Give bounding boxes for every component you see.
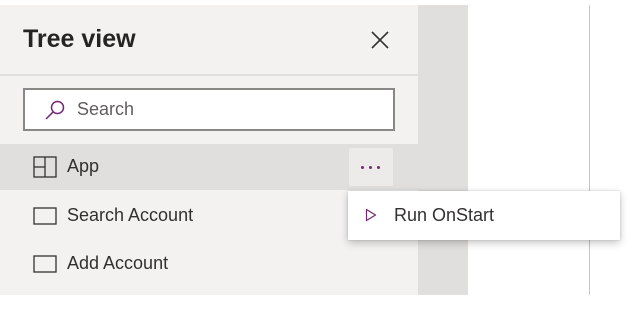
menu-item-run-onstart[interactable]: Run OnStart [348,191,620,240]
canvas-edge [589,5,590,295]
tree-item-app[interactable]: App [0,144,418,190]
tree-view-panel: Tree view App [0,5,418,295]
tree-view-header: Tree view [0,5,418,76]
tree-view-title: Tree view [23,25,136,53]
close-button[interactable] [366,26,394,54]
search-box[interactable] [23,88,395,131]
tree-item-label: App [67,156,100,176]
header-divider [0,74,418,76]
screen-canvas[interactable] [468,5,590,295]
search-input[interactable] [77,90,377,129]
search-icon [45,100,65,120]
screen-icon [33,207,57,225]
more-options-button[interactable] [349,148,393,186]
play-icon [365,208,377,222]
screen-icon [33,255,57,273]
context-menu: Run OnStart [348,191,620,240]
close-icon [371,31,389,49]
tree-item-label: Add Account [67,253,169,273]
app-grid-icon [33,156,57,178]
power-apps-studio: Tree view App [0,0,631,314]
tree-item-label: Search Account [67,205,194,225]
tree-item-add-account[interactable]: Add Account [0,241,418,287]
menu-item-label: Run OnStart [394,205,495,225]
